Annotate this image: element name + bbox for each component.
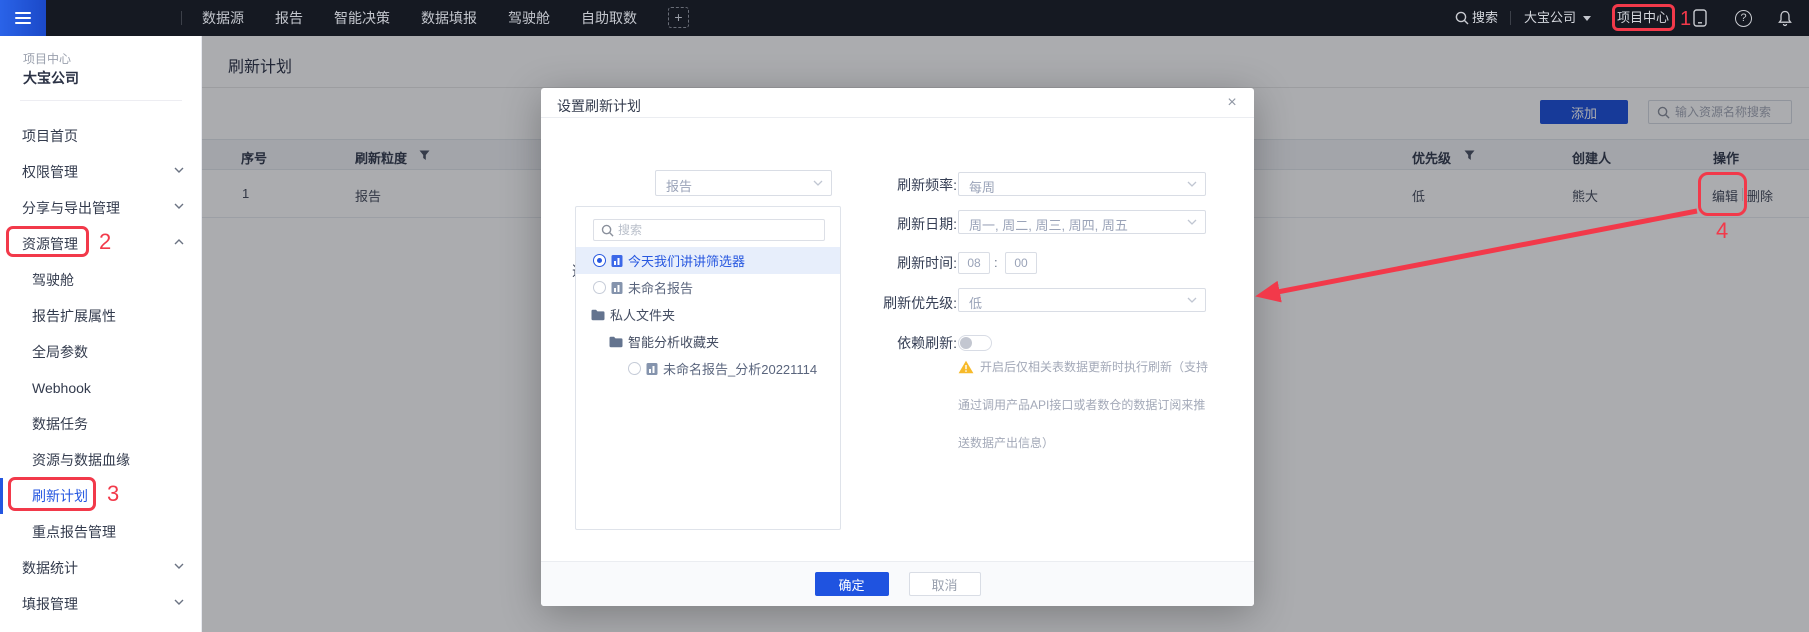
refresh-time-label: 刷新时间: bbox=[807, 253, 957, 273]
notification-bell-icon[interactable] bbox=[1777, 10, 1793, 27]
sidebar-item-project-home[interactable]: 项目首页 bbox=[0, 118, 202, 154]
sidebar-divider bbox=[20, 100, 182, 101]
tree-item-folder[interactable]: 智能分析收藏夹 bbox=[576, 328, 840, 355]
sidebar-item-webhook[interactable]: Webhook bbox=[0, 370, 202, 406]
hour-input-box[interactable] bbox=[958, 252, 990, 274]
tree-search-input[interactable] bbox=[618, 221, 818, 239]
tree-item-report[interactable]: 未命名报告 bbox=[576, 274, 840, 301]
modal-header: 设置刷新计划 × bbox=[541, 88, 1254, 118]
cancel-button[interactable]: 取消 bbox=[909, 572, 981, 596]
sidebar: 项目中心 大宝公司 项目首页 权限管理 分享与导出管理 资源管理 驾驶舱 报告扩… bbox=[0, 36, 202, 632]
dependency-label: 依赖刷新: bbox=[807, 333, 957, 353]
minute-input[interactable] bbox=[1006, 253, 1036, 273]
sidebar-item-permission[interactable]: 权限管理 bbox=[0, 154, 202, 190]
top-nav: 数据源 报告 智能决策 数据填报 驾驶舱 自助取数 + 搜索 大宝公司 项目中心… bbox=[0, 0, 1809, 36]
tree-item-folder[interactable]: 私人文件夹 bbox=[576, 301, 840, 328]
modal-title: 设置刷新计划 bbox=[557, 96, 641, 116]
tree-item-report[interactable]: 未命名报告_分析20221114 bbox=[576, 355, 840, 382]
tree-item-report[interactable]: 今天我们讲讲筛选器 bbox=[576, 247, 840, 274]
tree-search-box[interactable] bbox=[593, 219, 825, 241]
nav-search-label[interactable]: 搜索 bbox=[1472, 0, 1498, 36]
search-icon bbox=[601, 224, 614, 237]
chevron-down-icon bbox=[174, 563, 184, 569]
sidebar-company-name: 大宝公司 bbox=[23, 68, 79, 88]
modal-footer: 确定 取消 bbox=[541, 561, 1254, 606]
sidebar-item-fill-mgmt[interactable]: 填报管理 bbox=[0, 586, 202, 622]
report-icon bbox=[646, 362, 658, 376]
nav-item-dashboard[interactable]: 驾驶舱 bbox=[508, 0, 550, 36]
refresh-date-select[interactable]: 周一, 周二, 周三, 周四, 周五 bbox=[958, 210, 1206, 234]
sidebar-item-cockpit[interactable]: 驾驶舱 bbox=[0, 262, 202, 298]
radio-icon[interactable] bbox=[593, 281, 606, 294]
chevron-down-icon bbox=[174, 599, 184, 605]
time-separator: : bbox=[994, 255, 998, 270]
hamburger-icon bbox=[15, 17, 31, 19]
nav-item-smart-decision[interactable]: 智能决策 bbox=[334, 0, 390, 36]
sidebar-item-global-params[interactable]: 全局参数 bbox=[0, 334, 202, 370]
org-switcher[interactable]: 大宝公司 bbox=[1524, 0, 1576, 36]
priority-select[interactable]: 低 bbox=[958, 288, 1206, 312]
minute-input-box[interactable] bbox=[1005, 252, 1037, 274]
radio-selected-icon[interactable] bbox=[593, 254, 606, 267]
frequency-select[interactable]: 每周 bbox=[958, 172, 1206, 196]
priority-label: 刷新优先级: bbox=[807, 293, 957, 313]
hour-input[interactable] bbox=[959, 253, 989, 273]
chevron-down-icon bbox=[1583, 16, 1591, 21]
menu-button[interactable] bbox=[0, 0, 46, 36]
folder-icon bbox=[609, 336, 623, 348]
sidebar-item-data-stats[interactable]: 数据统计 bbox=[0, 550, 202, 586]
sidebar-item-data-task[interactable]: 数据任务 bbox=[0, 406, 202, 442]
chevron-down-icon bbox=[1187, 297, 1197, 303]
content-tree-panel: 今天我们讲讲筛选器 未命名报告 私人文件夹 智能分析收藏夹 未命名报告_分析20… bbox=[575, 206, 841, 530]
help-icon[interactable]: ? bbox=[1735, 10, 1752, 27]
frequency-label: 刷新频率: bbox=[807, 175, 957, 195]
nav-item-report[interactable]: 报告 bbox=[275, 0, 303, 36]
sidebar-item-report-ext[interactable]: 报告扩展属性 bbox=[0, 298, 202, 334]
sidebar-item-resource-mgmt[interactable]: 资源管理 bbox=[0, 226, 202, 262]
chevron-down-icon bbox=[1187, 181, 1197, 187]
dependency-hint: 开启后仅相关表数据更新时执行刷新（支持通过调用产品API接口或者数仓的数据订阅来… bbox=[958, 348, 1216, 462]
nav-divider bbox=[181, 11, 182, 25]
add-module-button[interactable]: + bbox=[668, 7, 689, 28]
project-center-button[interactable]: 项目中心 bbox=[1617, 0, 1669, 36]
sidebar-context-label: 项目中心 bbox=[23, 50, 71, 67]
report-icon bbox=[611, 281, 623, 295]
close-icon[interactable]: × bbox=[1222, 93, 1242, 113]
nav-item-self-service[interactable]: 自助取数 bbox=[581, 0, 637, 36]
nav-item-datasource[interactable]: 数据源 bbox=[202, 0, 244, 36]
content-picker-select[interactable]: 报告 bbox=[655, 170, 832, 196]
chevron-up-icon bbox=[174, 239, 184, 245]
sidebar-item-refresh-plan[interactable]: 刷新计划 bbox=[0, 478, 202, 514]
chevron-down-icon bbox=[174, 167, 184, 173]
refresh-plan-modal: 设置刷新计划 × 选择刷新内容 报告 今天我们讲讲筛选器 未命名报告 bbox=[541, 88, 1254, 606]
folder-icon bbox=[591, 309, 605, 321]
sidebar-item-lineage[interactable]: 资源与数据血缘 bbox=[0, 442, 202, 478]
chevron-down-icon bbox=[1187, 219, 1197, 225]
chevron-down-icon bbox=[174, 203, 184, 209]
sidebar-item-key-report[interactable]: 重点报告管理 bbox=[0, 514, 202, 550]
sidebar-item-share-export[interactable]: 分享与导出管理 bbox=[0, 190, 202, 226]
radio-icon[interactable] bbox=[628, 362, 641, 375]
confirm-button[interactable]: 确定 bbox=[815, 572, 889, 596]
nav-divider bbox=[1510, 11, 1511, 25]
nav-item-data-entry[interactable]: 数据填报 bbox=[421, 0, 477, 36]
search-icon[interactable] bbox=[1455, 11, 1469, 25]
refresh-date-label: 刷新日期: bbox=[807, 214, 957, 234]
report-icon bbox=[611, 254, 623, 268]
device-icon[interactable] bbox=[1693, 9, 1707, 27]
